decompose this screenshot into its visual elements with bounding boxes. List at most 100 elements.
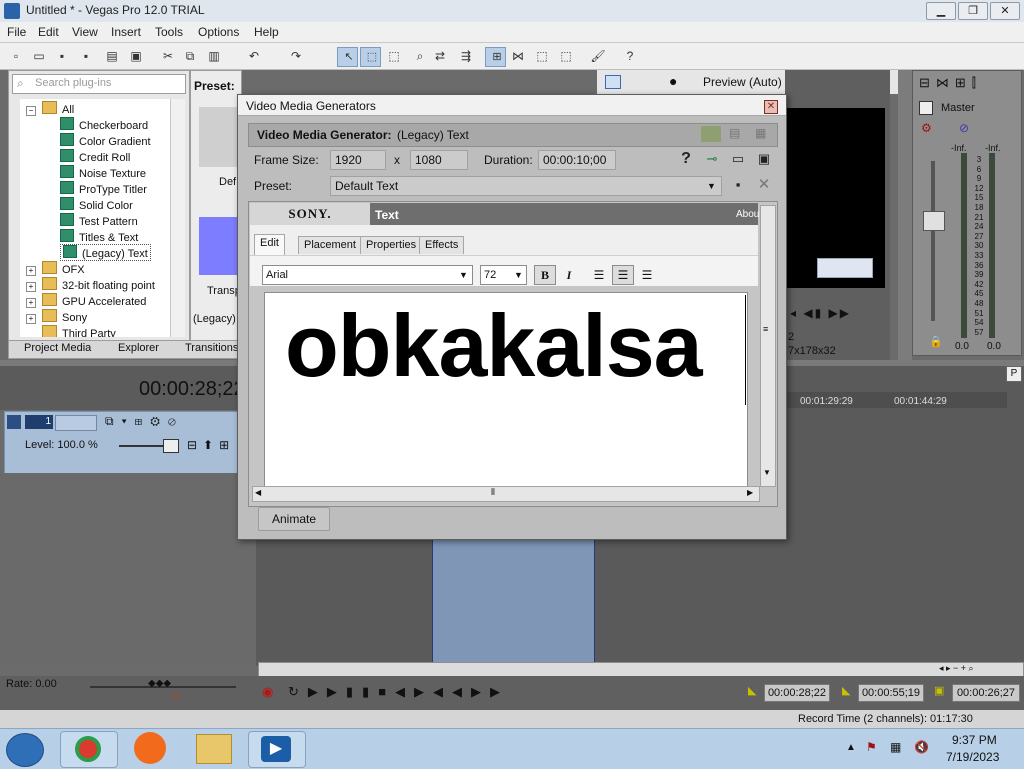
keyframe-icon[interactable]: ▣ bbox=[756, 151, 772, 167]
menu-options[interactable]: Options bbox=[198, 25, 239, 39]
tree-item-legacy-text[interactable]: (Legacy) Text bbox=[60, 244, 151, 261]
expand-icon[interactable]: + bbox=[26, 314, 36, 324]
preset-thumb-default[interactable] bbox=[199, 107, 241, 167]
taskbar-vegas[interactable]: ▶ bbox=[248, 731, 306, 768]
menu-edit[interactable]: Edit bbox=[38, 25, 59, 39]
editor-horizontal-scrollbar[interactable]: ◀ ⦀ ▶ bbox=[252, 486, 760, 502]
cut-icon[interactable]: ✂ bbox=[160, 48, 176, 64]
start-orb-icon[interactable] bbox=[6, 733, 44, 767]
save-as-icon[interactable]: ▪ bbox=[78, 48, 94, 64]
brush-icon[interactable]: 🖌 bbox=[590, 48, 606, 64]
clock-date[interactable]: 7/19/2023 bbox=[946, 750, 999, 764]
auto-ripple-icon[interactable]: ⇄ bbox=[432, 48, 448, 64]
track-controls-icons[interactable]: ⧉▾⊞⚙⊘ bbox=[105, 414, 184, 429]
selection-tool-icon[interactable]: ⬚ bbox=[386, 48, 402, 64]
lock-envelopes-icon[interactable]: ⇶ bbox=[458, 48, 474, 64]
bypass-icon[interactable] bbox=[701, 126, 721, 142]
tree-item-gpu[interactable]: + GPU Accelerated bbox=[26, 293, 146, 308]
copy-icon[interactable]: ⧉ bbox=[182, 48, 198, 64]
mute-icon[interactable]: ⊘ bbox=[959, 121, 969, 135]
delete-preset-icon[interactable]: ✕ bbox=[756, 177, 772, 193]
preview-quality[interactable]: Preview (Auto) bbox=[703, 75, 782, 89]
save-icon[interactable]: ▪ bbox=[54, 48, 70, 64]
tab-edit[interactable]: Edit bbox=[254, 234, 285, 255]
auto-crossfade-icon[interactable]: ⋈ bbox=[510, 48, 526, 64]
dialog-close-button[interactable]: ✕ bbox=[764, 100, 778, 114]
monitor-icon[interactable]: ▭ bbox=[730, 151, 746, 167]
menu-tools[interactable]: Tools bbox=[155, 25, 183, 39]
marker-icon[interactable]: P bbox=[1006, 366, 1022, 382]
volume-muted-icon[interactable]: 🔇 bbox=[914, 740, 929, 754]
frame-step-icons[interactable]: ◂ ◀▮ ▶▶ bbox=[790, 306, 851, 320]
tree-item-sony[interactable]: + Sony bbox=[26, 309, 87, 324]
envelope-tool-icon[interactable]: ⬚ bbox=[360, 47, 381, 67]
grid-view-icon[interactable]: ▦ bbox=[755, 126, 766, 140]
align-right-icon[interactable]: ☰ bbox=[636, 265, 658, 285]
italic-button[interactable]: I bbox=[558, 265, 580, 285]
plugin-tree-scrollbar[interactable] bbox=[170, 99, 185, 337]
tree-item-protype-titler[interactable]: ProType Titler bbox=[60, 181, 147, 196]
font-select[interactable]: Arial ▼ bbox=[262, 265, 473, 285]
zoom-tool-icon[interactable]: ⌕ bbox=[412, 48, 428, 64]
tree-item-color-gradient[interactable]: Color Gradient bbox=[60, 133, 151, 148]
clock-time[interactable]: 9:37 PM bbox=[952, 733, 997, 747]
close-button[interactable]: ✕ bbox=[990, 2, 1020, 20]
minimize-button[interactable]: ▁ bbox=[926, 2, 956, 20]
help-icon[interactable]: ? bbox=[678, 151, 694, 167]
scroll-down-icon[interactable]: ▼ bbox=[763, 468, 771, 477]
tree-item-credit-roll[interactable]: Credit Roll bbox=[60, 149, 130, 164]
tree-item-noise-texture[interactable]: Noise Texture bbox=[60, 165, 146, 180]
undo-icon[interactable]: ↶ bbox=[246, 48, 262, 64]
tab-placement[interactable]: Placement bbox=[298, 236, 362, 254]
scroll-grip-icon[interactable]: ≡ bbox=[763, 324, 768, 334]
selection-length[interactable]: 00:00:26;27 bbox=[952, 684, 1020, 702]
preset-thumb-transparent[interactable] bbox=[199, 217, 241, 275]
record-icon[interactable]: ◉ bbox=[262, 684, 273, 700]
transport-buttons[interactable]: ↻▶▶▮▮■◀▶◀◀▶▶ bbox=[288, 684, 509, 700]
maximize-button[interactable]: ❐ bbox=[958, 2, 988, 20]
tab-transitions[interactable]: Transitions bbox=[185, 342, 238, 354]
new-icon[interactable]: ▫ bbox=[8, 48, 24, 64]
tab-properties[interactable]: Properties bbox=[360, 236, 423, 254]
menu-view[interactable]: View bbox=[72, 25, 98, 39]
tab-project-media[interactable]: Project Media bbox=[24, 342, 91, 354]
taskbar-chrome[interactable] bbox=[60, 731, 118, 768]
chevron-down-icon[interactable]: ▼ bbox=[707, 177, 716, 195]
tab-effects[interactable]: Effects bbox=[419, 236, 465, 254]
rate-slider-handle[interactable]: ◆◆◆ bbox=[148, 678, 171, 689]
font-size-select[interactable]: 72 ▼ bbox=[480, 265, 527, 285]
redo-icon[interactable]: ↷ bbox=[288, 48, 304, 64]
normal-edit-tool-icon[interactable]: ↖ bbox=[337, 47, 358, 67]
cursor-position[interactable]: 00:00:28;22 bbox=[764, 684, 830, 702]
collapse-icon[interactable]: − bbox=[26, 106, 36, 116]
render-icon[interactable]: ▤ bbox=[104, 48, 120, 64]
selection-end[interactable]: 00:00:55;19 bbox=[858, 684, 924, 702]
track-expand-icon[interactable] bbox=[7, 415, 21, 429]
action-center-icon[interactable]: ⚑ bbox=[866, 740, 877, 754]
scroll-grip-icon[interactable]: ⦀ bbox=[491, 487, 495, 498]
plugin-chain-icon[interactable]: ⊸ bbox=[704, 151, 720, 167]
track-motion-icons[interactable]: ⊟⬆⊞ bbox=[187, 438, 235, 452]
level-slider-handle[interactable] bbox=[163, 439, 179, 453]
about-link[interactable]: About bbox=[736, 209, 762, 220]
tree-item-test-pattern[interactable]: Test Pattern bbox=[60, 213, 138, 228]
mixer-toolbar-icons[interactable]: ⊟⋈⊞⫿ bbox=[919, 75, 982, 91]
open-folder-icon[interactable]: ▭ bbox=[31, 48, 47, 64]
animate-button[interactable]: Animate bbox=[258, 507, 330, 531]
menu-help[interactable]: Help bbox=[254, 25, 279, 39]
ignore-grouping-icon[interactable]: ⬚ bbox=[534, 48, 550, 64]
chain-icon[interactable]: ▤ bbox=[729, 126, 740, 140]
firefox-icon[interactable] bbox=[134, 732, 166, 764]
preset-dropdown[interactable]: Default Text ▼ bbox=[330, 176, 722, 196]
network-icon[interactable]: ▦ bbox=[890, 740, 901, 754]
menu-file[interactable]: File bbox=[7, 25, 26, 39]
enable-snapping-icon[interactable]: ⊞ bbox=[485, 47, 506, 67]
align-center-icon[interactable]: ☰ bbox=[612, 265, 634, 285]
lock-icon[interactable]: ⬚ bbox=[558, 48, 574, 64]
frame-width-input[interactable]: 1920 bbox=[330, 150, 386, 170]
expand-icon[interactable]: + bbox=[26, 266, 36, 276]
editor-vertical-scrollbar[interactable]: ≡ ▼ bbox=[760, 205, 776, 487]
tab-explorer[interactable]: Explorer bbox=[118, 342, 159, 354]
preview-circle-icon[interactable]: ● bbox=[669, 74, 677, 88]
track-name-field[interactable] bbox=[55, 415, 97, 431]
